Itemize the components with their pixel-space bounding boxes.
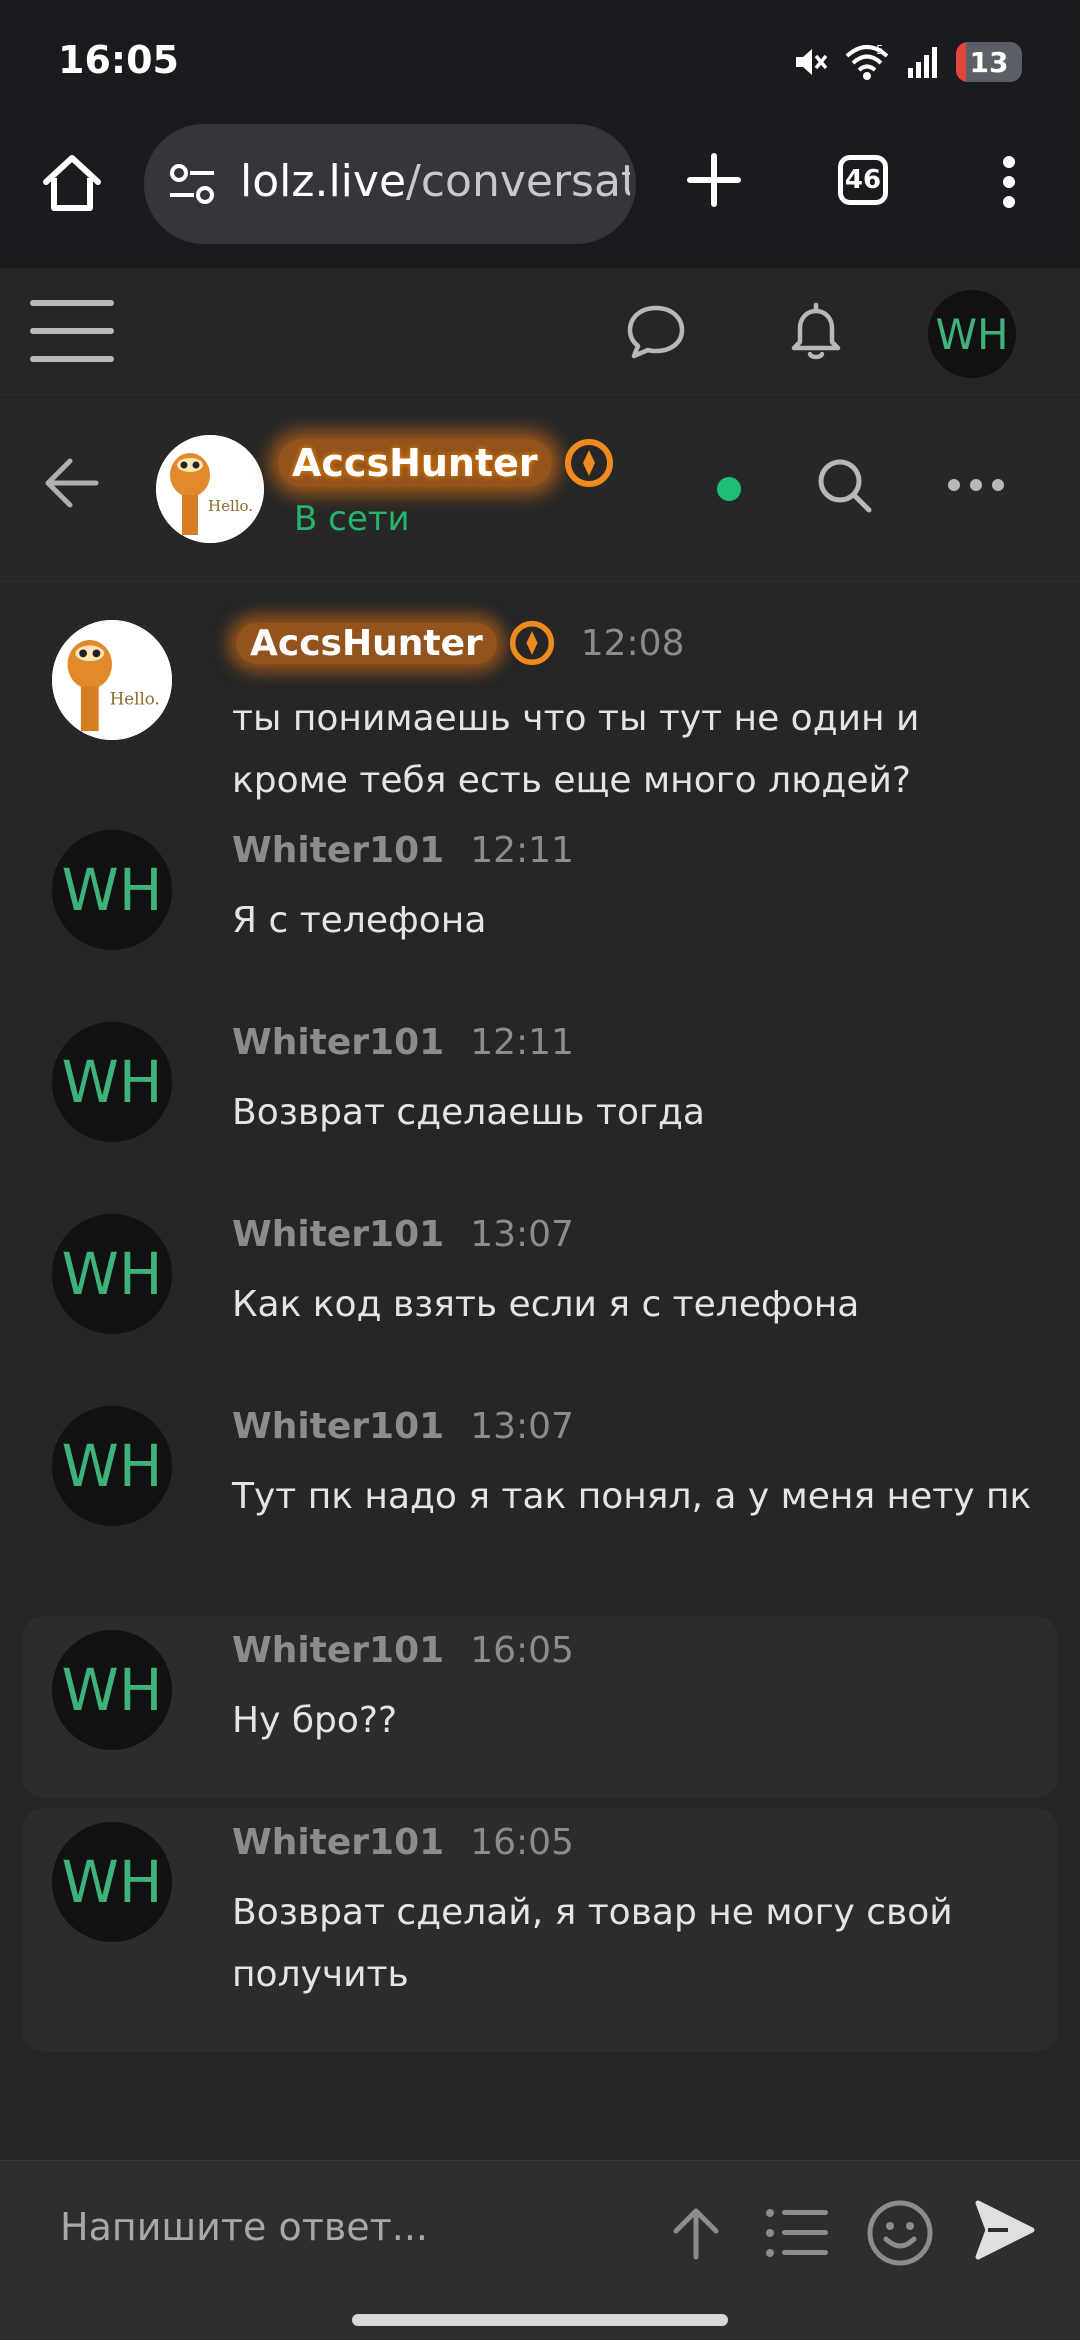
- status-icons: 5 13: [792, 40, 1022, 84]
- message-item-unread: WH Whiter101 16:05 Возврат сделай, я тов…: [22, 1808, 1058, 2052]
- site-header: WH: [0, 268, 1080, 395]
- message-avatar[interactable]: WH: [52, 1822, 172, 1942]
- reply-input[interactable]: Напишите ответ...: [60, 2205, 428, 2249]
- home-indicator[interactable]: [352, 2314, 728, 2326]
- message-time: 12:11: [470, 830, 574, 871]
- message-item: WH Whiter101 13:07 Как код взять если я …: [22, 1194, 1058, 1354]
- new-tab-icon[interactable]: [686, 152, 742, 208]
- message-text: Возврат сделай, я товар не могу свой пол…: [232, 1892, 953, 1995]
- message-author[interactable]: AccsHunter: [236, 622, 497, 664]
- message-time: 12:08: [580, 622, 685, 664]
- message-header: AccsHunter 12:08: [232, 620, 684, 666]
- message-text: Ну бро??: [232, 1700, 398, 1741]
- avatar-caption: Hello.: [208, 497, 253, 515]
- message-author[interactable]: Whiter101: [232, 1822, 444, 1863]
- garfield-avatar-image: Hello.: [156, 435, 264, 543]
- battery-level: 13: [969, 45, 1009, 79]
- signal-icon: [908, 47, 937, 78]
- avatar-caption: Hello.: [110, 689, 160, 708]
- address-bar[interactable]: lolz.live/conversat: [144, 124, 636, 244]
- message-item: WH Whiter101 13:07 Тут пк надо я так пон…: [22, 1386, 1058, 1546]
- message-author[interactable]: Whiter101: [232, 1022, 444, 1063]
- message-item: WH Whiter101 12:11 Я с телефона: [22, 810, 1058, 970]
- chat-bubble-icon[interactable]: [626, 304, 686, 360]
- message-text: Возврат сделаешь тогда: [232, 1092, 705, 1133]
- message-author[interactable]: Whiter101: [232, 1406, 444, 1447]
- wifi-icon: 5: [845, 43, 889, 80]
- conversation-header: Hello. AccsHunter В сети: [0, 395, 1080, 582]
- message-author[interactable]: Whiter101: [232, 1630, 444, 1671]
- url-path: /conversat: [406, 156, 630, 207]
- gesture-bar: [0, 2300, 1080, 2340]
- browser-toolbar: lolz.live/conversat 46: [0, 120, 1080, 268]
- message-time: 13:07: [470, 1406, 574, 1447]
- message-list[interactable]: Hello. AccsHunter 12:08 ты понимаешь что…: [0, 582, 1080, 2160]
- reply-composer: Напишите ответ...: [0, 2160, 1080, 2301]
- list-icon[interactable]: [764, 2205, 830, 2261]
- online-indicator: [717, 477, 741, 501]
- message-author[interactable]: Whiter101: [232, 1214, 444, 1255]
- message-header: Whiter101 12:11: [232, 830, 574, 871]
- url-text[interactable]: lolz.live/conversat: [240, 156, 630, 207]
- message-avatar[interactable]: WH: [52, 1022, 172, 1142]
- message-time: 16:05: [470, 1630, 574, 1671]
- message-avatar[interactable]: Hello.: [52, 620, 172, 740]
- message-header: Whiter101 16:05: [232, 1822, 574, 1863]
- message-time: 12:11: [470, 1022, 574, 1063]
- message-item-unread: WH Whiter101 16:05 Ну бро??: [22, 1616, 1058, 1798]
- partner-status: В сети: [294, 499, 410, 539]
- message-item: WH Whiter101 12:11 Возврат сделаешь тогд…: [22, 1002, 1058, 1162]
- message-avatar[interactable]: WH: [52, 1406, 172, 1526]
- message-time: 16:05: [470, 1822, 574, 1863]
- search-icon[interactable]: [814, 455, 874, 515]
- staff-badge-icon: [564, 439, 613, 487]
- mute-icon: [796, 49, 828, 75]
- url-domain: lolz.live: [240, 156, 407, 207]
- message-header: Whiter101 13:07: [232, 1406, 574, 1447]
- message-header: Whiter101 16:05: [232, 1630, 574, 1671]
- message-avatar[interactable]: WH: [52, 1214, 172, 1334]
- message-text: ты понимаешь что ты тут не один и кроме …: [232, 698, 920, 801]
- message-header: Whiter101 12:11: [232, 1022, 574, 1063]
- status-time: 16:05: [58, 38, 179, 82]
- message-text: Я с телефона: [232, 900, 487, 941]
- emoji-icon[interactable]: [866, 2199, 934, 2267]
- message-item: Hello. AccsHunter 12:08 ты понимаешь что…: [22, 582, 1058, 801]
- partner-avatar[interactable]: Hello.: [156, 435, 264, 543]
- bell-icon[interactable]: [786, 302, 846, 362]
- partner-name-wrap: AccsHunter: [278, 431, 614, 495]
- home-icon[interactable]: [38, 150, 106, 218]
- message-avatar[interactable]: WH: [52, 1630, 172, 1750]
- tab-switcher-button[interactable]: 46: [838, 155, 888, 205]
- user-avatar[interactable]: WH: [928, 290, 1016, 378]
- message-author[interactable]: Whiter101: [232, 830, 444, 871]
- partner-name[interactable]: AccsHunter: [278, 439, 552, 487]
- more-vert-icon[interactable]: [992, 154, 1026, 210]
- status-bar: 16:05 5 13: [0, 0, 1080, 120]
- site-settings-icon[interactable]: [168, 162, 216, 206]
- arrow-up-icon[interactable]: [668, 2205, 724, 2261]
- garfield-avatar-image: Hello.: [52, 620, 172, 740]
- message-time: 13:07: [470, 1214, 574, 1255]
- more-horiz-icon[interactable]: [944, 465, 1008, 505]
- message-text: Тут пк надо я так понял, а у меня нету п…: [232, 1476, 1032, 1517]
- menu-icon[interactable]: [30, 296, 114, 366]
- send-icon[interactable]: [974, 2199, 1036, 2261]
- message-avatar[interactable]: WH: [52, 830, 172, 950]
- svg-text:5: 5: [876, 43, 884, 57]
- message-text: Как код взять если я с телефона: [232, 1284, 860, 1325]
- battery-icon: 13: [956, 42, 1022, 82]
- back-arrow-icon[interactable]: [44, 457, 100, 509]
- staff-badge-icon: [509, 620, 554, 666]
- message-header: Whiter101 13:07: [232, 1214, 574, 1255]
